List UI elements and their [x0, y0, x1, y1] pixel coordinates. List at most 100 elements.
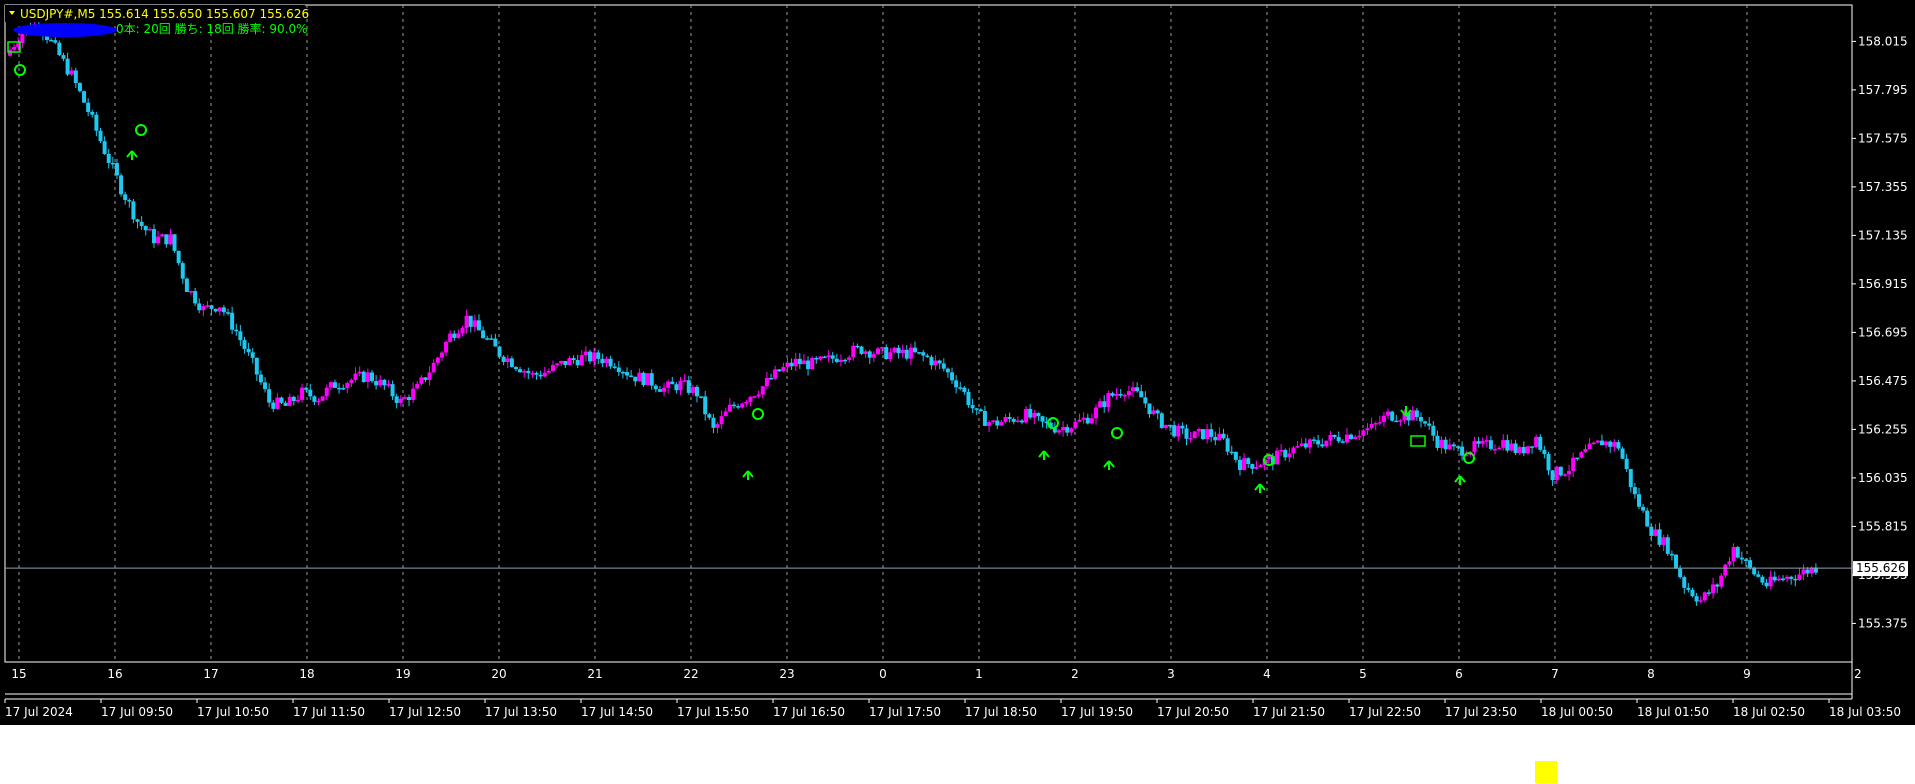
candle-body [1620, 448, 1625, 459]
candlestick-chart[interactable]: 158.015 157.795 157.575 157.355 157.135 156.9… [0, 0, 1915, 725]
candle-body [715, 424, 720, 428]
candle-body [958, 387, 963, 389]
candle-body [1509, 443, 1514, 451]
candle-body [1312, 439, 1317, 441]
candle-body [1513, 443, 1518, 453]
candle-body [238, 331, 243, 341]
candle-body [456, 333, 461, 338]
candle-body [1024, 408, 1029, 423]
candle-body [1077, 419, 1082, 422]
candle-body [1122, 394, 1127, 397]
candle-body [497, 346, 502, 357]
candle-body [937, 360, 942, 364]
hour-label: 18 [299, 667, 314, 681]
candle-body [1015, 420, 1020, 422]
candle-body [1431, 425, 1436, 436]
candle-body [1180, 425, 1185, 429]
time-label: 17 Jul 14:50 [581, 705, 653, 719]
candle-body [1398, 420, 1403, 422]
candle-body [156, 236, 161, 244]
time-label: 18 Jul 02:50 [1733, 705, 1805, 719]
candle-body [147, 229, 152, 231]
candle-body [1624, 458, 1629, 470]
candle-body [505, 358, 510, 362]
stats-line: 0本: 20回 勝ち: 18回 勝率: 90.0% [116, 21, 308, 36]
candle-body [588, 351, 593, 362]
candle-body [114, 163, 119, 176]
candle-body [892, 347, 897, 353]
candle-body [789, 362, 794, 367]
candle-body [411, 388, 416, 400]
buy-arrow-icon [126, 150, 138, 160]
candle-body [1242, 458, 1247, 471]
candle-body [160, 234, 165, 237]
buy-arrow-icon [742, 470, 754, 480]
yellow-square-marker [1535, 761, 1557, 783]
candle-body [1102, 401, 1107, 408]
candle-body [460, 327, 465, 334]
candle-body [1386, 411, 1391, 416]
candle-body [596, 352, 601, 359]
candle-body [275, 397, 280, 409]
candle-body [1320, 444, 1325, 447]
time-label: 17 Jul 19:50 [1061, 705, 1133, 719]
candle-body [1534, 436, 1539, 448]
price-tick-label: 155.815 [1858, 519, 1908, 533]
candle-body [1213, 436, 1218, 441]
hour-label: 0 [879, 667, 887, 681]
buy-arrow-icon [1038, 450, 1050, 460]
time-label: 17 Jul 13:50 [485, 705, 557, 719]
candle-body [1694, 596, 1699, 602]
candle-body [542, 372, 547, 377]
candle-body [526, 371, 531, 374]
candle-body [1587, 443, 1592, 449]
candle-body [933, 360, 938, 366]
price-tick-label: 157.795 [1858, 83, 1908, 97]
hour-label: 5 [1359, 667, 1367, 681]
candle-body [1760, 576, 1765, 583]
chart-window[interactable]: 158.015 157.795 157.575 157.355 157.135 156.9… [0, 0, 1915, 725]
candle-body [1542, 449, 1547, 455]
candle-body [1275, 450, 1279, 465]
candle-body [1628, 469, 1633, 488]
candle-body [818, 356, 823, 360]
candle-body [962, 387, 967, 392]
candle-body [592, 352, 597, 362]
time-label: 17 Jul 20:50 [1157, 705, 1229, 719]
grid-lines [18, 5, 1748, 662]
candle-body [641, 372, 646, 386]
candle-body [645, 373, 650, 386]
candle-body [172, 234, 177, 251]
candle-body [1583, 448, 1588, 453]
candle-body [151, 229, 156, 244]
candle-body [810, 357, 815, 370]
hour-label: 19 [395, 667, 410, 681]
candle-body [1653, 529, 1658, 536]
candle-body [1036, 413, 1041, 417]
candle-body [682, 380, 687, 382]
candle-body [53, 40, 58, 43]
candle-body [1163, 424, 1168, 428]
candle-body [834, 358, 839, 363]
candle-body [1497, 447, 1502, 450]
candle-body [945, 368, 950, 373]
candle-body [1168, 424, 1173, 427]
candle-body [625, 372, 630, 376]
candle-body [1558, 466, 1563, 476]
candle-body [468, 315, 473, 327]
candle-body [666, 381, 671, 388]
candle-body [1657, 529, 1662, 545]
candle-body [1324, 440, 1329, 447]
candle-body [226, 312, 231, 314]
candle-body [694, 386, 699, 397]
candle-body [797, 358, 802, 365]
candle-body [1291, 447, 1296, 454]
candle-body [1711, 584, 1716, 594]
candle-body [127, 200, 132, 202]
candle-body [859, 346, 864, 354]
candle-body [217, 307, 222, 312]
candle-body [1756, 574, 1761, 577]
candle-body [65, 58, 70, 75]
candle-body [1435, 435, 1440, 448]
candle-body [1571, 457, 1576, 471]
